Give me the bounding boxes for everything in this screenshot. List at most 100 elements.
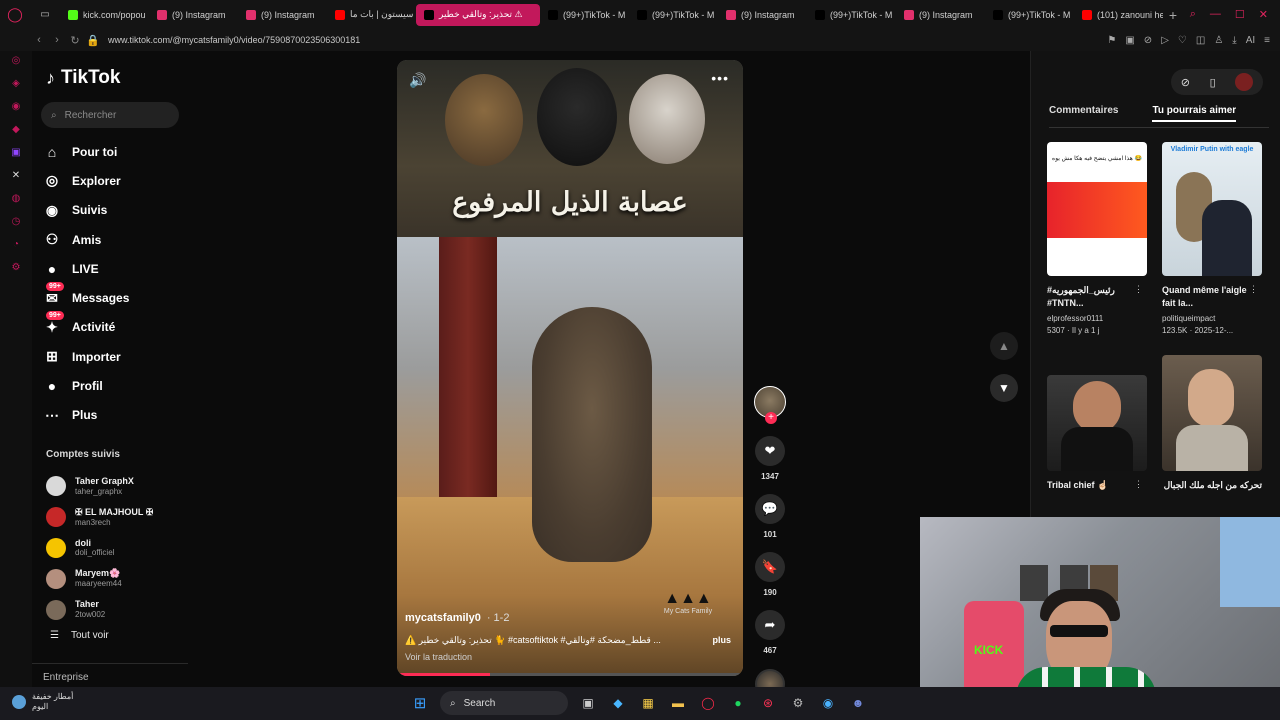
x-icon[interactable]: ✕ <box>9 170 23 184</box>
account-icon[interactable]: ♙ <box>1214 35 1223 46</box>
recommended-video[interactable]: Vladimir Putin with eagle Quand même l'a… <box>1162 142 1262 335</box>
footer-link-entreprise[interactable]: Entreprise <box>43 672 89 683</box>
rec-title[interactable]: Quand même l'aigle fait la... <box>1162 284 1262 310</box>
sidebar-app-icon[interactable]: ◉ <box>9 101 23 115</box>
sidebar-item-amis[interactable]: ⚇ Amis <box>42 225 129 254</box>
copilot-icon[interactable]: ◆ <box>608 693 628 713</box>
tab-comments[interactable]: Commentaires <box>1049 105 1118 122</box>
start-button[interactable]: ⊞ <box>410 693 430 713</box>
close-window-button[interactable]: ✕ <box>1259 8 1268 21</box>
video-thumbnail[interactable]: Vladimir Putin with eagle <box>1162 142 1262 276</box>
tab-recommended[interactable]: Tu pourrais aimer <box>1152 105 1237 122</box>
twitch-icon[interactable]: ▣ <box>9 147 23 161</box>
volume-icon[interactable]: 🔊 <box>409 72 426 89</box>
chrome-icon[interactable]: ◉ <box>818 693 838 713</box>
browser-tab[interactable]: (99+)TikTok - M <box>985 4 1074 26</box>
more-options-icon[interactable]: ••• <box>711 70 729 86</box>
tiktok-logo[interactable]: ♪ TikTok <box>46 67 120 89</box>
device-icon[interactable]: ▯ <box>1210 76 1216 89</box>
spotify-icon[interactable]: ● <box>728 693 748 713</box>
browser-tab[interactable]: (9) Instagram <box>896 4 985 26</box>
snapshot-icon[interactable]: ▣ <box>1125 35 1134 46</box>
sidebar-app-icon[interactable]: ◍ <box>9 193 23 207</box>
steam-icon[interactable]: ⚙ <box>788 693 808 713</box>
maximize-button[interactable]: ☐ <box>1235 8 1245 21</box>
rec-title[interactable]: #رئيس_الجمهوريه #TNTN... <box>1047 284 1147 310</box>
sidebar-item-suivis[interactable]: ◉ Suivis <box>42 196 129 225</box>
rec-author[interactable]: politiqueimpact <box>1162 314 1262 323</box>
recommended-video[interactable]: Tribal chief ☝🏻 ⋮ <box>1047 375 1147 505</box>
comment-button[interactable]: 💬 <box>755 494 785 524</box>
followed-account[interactable]: doli doli_officiel <box>46 533 153 564</box>
sidebar-app-icon[interactable]: ◷ <box>9 216 23 230</box>
browser-tab[interactable]: (99+)TikTok - M <box>807 4 896 26</box>
extensions-icon[interactable]: ◫ <box>1196 35 1205 46</box>
recommended-video[interactable]: هذا امشي يتضح فيه هكا مش يوه 😂 #رئيس_الج… <box>1047 142 1147 335</box>
followed-account[interactable]: Taher 2tow002 <box>46 594 153 625</box>
settings-icon[interactable]: ⚙ <box>9 262 23 276</box>
video-thumbnail[interactable] <box>1162 355 1262 471</box>
sidebar-app-icon[interactable]: ◆ <box>9 124 23 138</box>
sidebar-app-icon[interactable]: ◎ <box>9 55 23 69</box>
rec-title[interactable]: تحركه من اجله ملك الجبال <box>1162 479 1262 505</box>
video-player[interactable]: عصابة الذيل المرفوع 🔊 ••• ▲▲▲ My Cats Fa… <box>397 60 743 676</box>
ai-button[interactable]: AI <box>1246 35 1255 46</box>
recommended-video[interactable]: تحركه من اجله ملك الجبال <box>1162 355 1262 505</box>
browser-tab[interactable]: (9) Instagram <box>149 4 238 26</box>
url-field[interactable]: www.tiktok.com/@mycatsfamily0/video/7590… <box>108 35 360 45</box>
followed-account[interactable]: Maryem🌸 maaryeem44 <box>46 563 153 594</box>
forward-icon[interactable]: › <box>48 34 66 46</box>
back-icon[interactable]: ‹ <box>30 34 48 46</box>
opera-icon[interactable]: ◯ <box>698 693 718 713</box>
bookmark-icon[interactable]: ⚑ <box>1107 35 1116 46</box>
workspaces-icon[interactable]: ▭ <box>30 0 60 29</box>
browser-tab[interactable]: (99+)TikTok - M <box>629 4 718 26</box>
search-input[interactable]: ⌕ Rechercher <box>41 102 179 128</box>
new-tab-button[interactable]: + <box>1163 7 1183 23</box>
followed-account[interactable]: ✠ EL MAJHOUL ✠ man3rech <box>46 502 153 533</box>
adblock-icon[interactable]: ⊘ <box>1144 35 1152 46</box>
browser-tab[interactable]: kick.com/popou <box>60 4 149 26</box>
rec-author[interactable]: elprofessor0111 <box>1047 314 1147 323</box>
followed-account[interactable]: Taher GraphX taher_graphx <box>46 471 153 502</box>
rec-more-icon[interactable]: ⋮ <box>1134 284 1143 295</box>
store-icon[interactable]: ▦ <box>638 693 658 713</box>
browser-tab[interactable]: (101) zanouni he <box>1074 4 1163 26</box>
author-name[interactable]: mycatsfamily0 <box>405 612 481 624</box>
sidebar-item-live[interactable]: ● LIVE <box>42 254 129 283</box>
rec-more-icon[interactable]: ⋮ <box>1134 479 1143 490</box>
search-tabs-icon[interactable]: ⌕ <box>1190 8 1196 21</box>
next-video-button[interactable]: ▼ <box>990 374 1018 402</box>
minimize-button[interactable]: — <box>1210 8 1221 21</box>
opera-menu-icon[interactable]: ◯ <box>0 0 30 29</box>
follow-plus-icon[interactable]: + <box>765 412 777 424</box>
creator-avatar[interactable]: + <box>754 386 786 424</box>
sidebar-item-activit-[interactable]: ✦ 99+ Activité <box>42 311 129 342</box>
rec-title[interactable]: Tribal chief ☝🏻 <box>1047 479 1147 505</box>
like-button[interactable]: ❤ <box>755 436 785 466</box>
discord-icon[interactable]: ☻ <box>848 693 868 713</box>
sidebar-app-icon[interactable]: ◈ <box>9 78 23 92</box>
taskbar-search[interactable]: ⌕ Search <box>440 691 568 715</box>
caption-more-button[interactable]: plus <box>712 635 731 645</box>
browser-tab[interactable]: (9) Instagram <box>718 4 807 26</box>
download-icon[interactable]: ⤓ <box>1232 35 1236 46</box>
sidebar-item-profil[interactable]: ● Profil <box>42 371 129 400</box>
video-thumbnail[interactable]: هذا امشي يتضح فيه هكا مش يوه 😂 <box>1047 142 1147 276</box>
sidebar-item-messages[interactable]: ✉ 99+ Messages <box>42 282 129 312</box>
browser-tab[interactable]: تحذير: وتالقي خطير ⚠ <box>416 3 540 26</box>
share-button[interactable]: ➦ <box>755 610 785 640</box>
reload-icon[interactable]: ↻ <box>66 34 84 47</box>
weather-widget[interactable]: أمطار خفيفة اليوم <box>12 692 73 711</box>
sidebar-item-importer[interactable]: ⊞ Importer <box>42 342 129 371</box>
see-all-button[interactable]: ☰ Tout voir <box>50 630 109 641</box>
browser-tab[interactable]: (9) Instagram <box>238 4 327 26</box>
translate-link[interactable]: Voir la traduction <box>405 652 472 662</box>
sidebar-item-pour-toi[interactable]: ⌂ Pour toi <box>42 137 129 166</box>
app-icon[interactable]: ⊛ <box>758 693 778 713</box>
rec-more-icon[interactable]: ⋮ <box>1249 284 1258 295</box>
task-view-icon[interactable]: ▣ <box>578 693 598 713</box>
video-author[interactable]: mycatsfamily0 · 1-2 <box>405 612 509 624</box>
user-avatar[interactable] <box>1235 73 1254 91</box>
menu-icon[interactable]: ≡ <box>1264 35 1270 46</box>
